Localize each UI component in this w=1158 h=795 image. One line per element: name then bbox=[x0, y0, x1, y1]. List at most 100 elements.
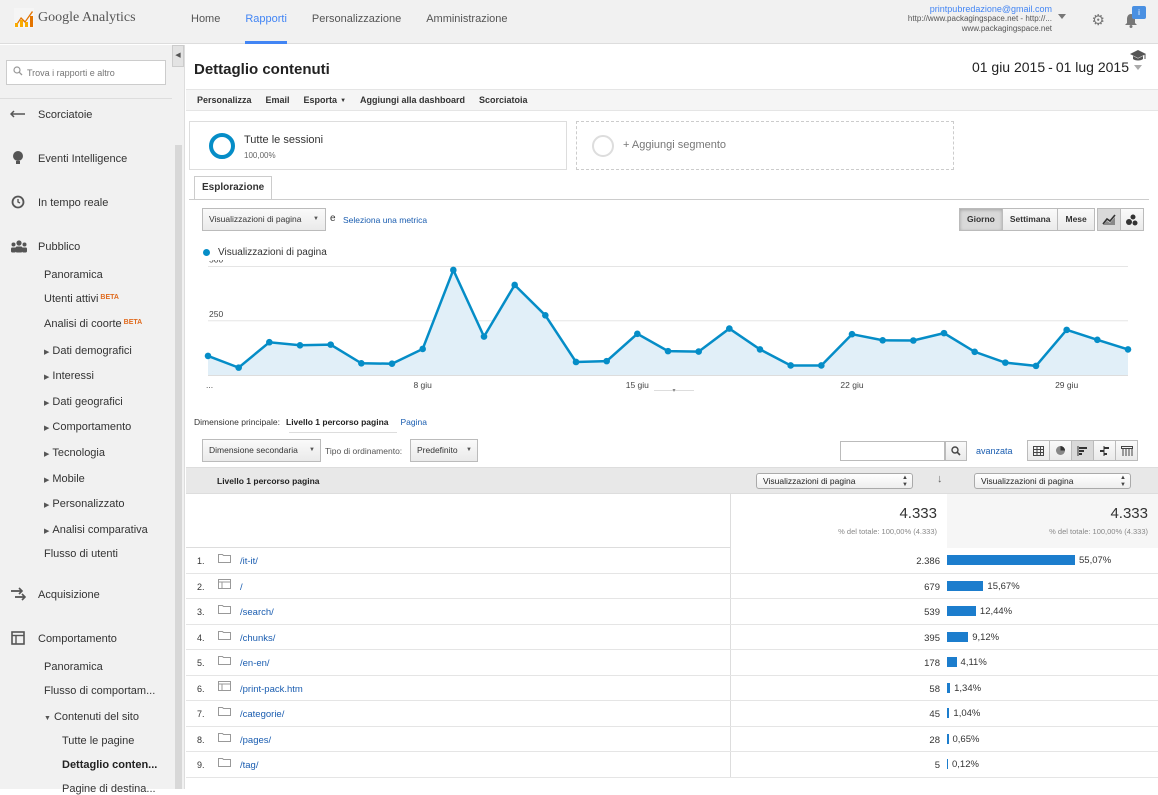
sort-type-dropdown[interactable]: Predefinito ▼ bbox=[410, 439, 478, 462]
data-point[interactable] bbox=[296, 341, 304, 349]
data-point[interactable] bbox=[756, 346, 764, 353]
data-point[interactable] bbox=[450, 266, 457, 274]
data-point[interactable] bbox=[940, 329, 948, 337]
data-point[interactable] bbox=[634, 330, 641, 338]
account-caret-icon[interactable] bbox=[1058, 14, 1066, 19]
comparison-view-button[interactable] bbox=[1093, 440, 1116, 461]
metric-select[interactable]: Visualizzazioni di pagina ▼ bbox=[202, 208, 326, 231]
table-row[interactable]: 6. /print-pack.htm 58 1,34% bbox=[186, 675, 1158, 701]
table-row[interactable]: 5. /en-en/178 4,11% bbox=[186, 650, 1158, 676]
motion-chart-button[interactable] bbox=[1120, 208, 1144, 231]
sidebar-sub-mobile[interactable]: ▶ Mobile bbox=[44, 473, 85, 485]
primary-dimension-selected[interactable]: Livello 1 percorso pagina bbox=[286, 417, 389, 427]
row-path-link[interactable]: /print-pack.htm bbox=[240, 684, 303, 695]
nav-rapporti[interactable]: Rapporti bbox=[245, 0, 287, 44]
data-point[interactable] bbox=[327, 341, 334, 348]
row-path-link[interactable]: /chunks/ bbox=[240, 633, 275, 644]
toolbar-personalizza[interactable]: Personalizza bbox=[197, 95, 252, 105]
metric-column-select-2[interactable]: Visualizzazioni di pagina ▲ ▼ bbox=[974, 473, 1131, 489]
toolbar-email[interactable]: Email bbox=[266, 95, 290, 105]
table-row[interactable]: 4. /chunks/395 9,12% bbox=[186, 624, 1158, 650]
sidebar-item-pubblico[interactable]: Pubblico bbox=[0, 236, 172, 258]
performance-view-button[interactable] bbox=[1071, 440, 1094, 461]
chart-resize-handle[interactable]: ▾ bbox=[654, 388, 694, 394]
graduation-cap-icon[interactable] bbox=[1130, 50, 1146, 65]
sidebar-sub-panoramica[interactable]: Panoramica bbox=[44, 269, 103, 281]
pageviews-line-chart[interactable]: 250 500... 8 giu 15 giu 22 giu 29 giu bbox=[189, 260, 1149, 395]
row-path-link[interactable]: / bbox=[240, 582, 243, 593]
toolbar-scorciatoia[interactable]: Scorciatoia bbox=[479, 95, 528, 105]
sidebar-sub-personalizzato[interactable]: ▶ Personalizzato bbox=[44, 498, 125, 510]
notification-badge[interactable]: i bbox=[1132, 6, 1146, 19]
sidebar-sub-behavior-2[interactable]: ▼ Contenuti del sito bbox=[44, 711, 139, 723]
sidebar-item-scorciatoie[interactable]: Scorciatoie bbox=[0, 104, 172, 126]
data-point[interactable] bbox=[358, 359, 365, 367]
data-point[interactable] bbox=[419, 345, 426, 353]
sidebar-sub-tecnologia[interactable]: ▶ Tecnologia bbox=[44, 447, 105, 459]
report-search[interactable] bbox=[6, 60, 166, 85]
table-row[interactable]: 8. /pages/28 0,65% bbox=[186, 726, 1158, 752]
data-point[interactable] bbox=[848, 330, 856, 338]
gear-icon[interactable]: ⚙ bbox=[1092, 11, 1105, 29]
sidebar-item-eventi-intelligence[interactable]: Eventi Intelligence bbox=[0, 148, 172, 170]
date-range-picker[interactable]: 01 giu 2015 - 01 lug 2015 bbox=[972, 56, 1142, 78]
data-point[interactable] bbox=[879, 336, 886, 344]
account-selector[interactable]: printpubredazione@gmail.com http://www.p… bbox=[908, 4, 1052, 34]
sidebar-sub-analisi-di-coorte[interactable]: Analisi di coorte BETA bbox=[44, 318, 142, 330]
sidebar-sub-comportamento[interactable]: ▶ Comportamento bbox=[44, 421, 131, 433]
sidebar-sub-flusso-di-utenti[interactable]: Flusso di utenti bbox=[44, 548, 118, 560]
toolbar-esporta[interactable]: Esporta ▼ bbox=[304, 95, 346, 105]
row-path-link[interactable]: /categorie/ bbox=[240, 709, 284, 720]
primary-dimension-page-link[interactable]: Pagina bbox=[401, 417, 427, 427]
data-point[interactable] bbox=[1032, 362, 1040, 370]
data-point[interactable] bbox=[726, 325, 733, 332]
sidebar-content-0[interactable]: Tutte le pagine bbox=[62, 735, 134, 747]
sidebar-content-2[interactable]: Pagine di destina... bbox=[62, 783, 156, 795]
sidebar-sub-behavior-0[interactable]: Panoramica bbox=[44, 661, 103, 673]
period-mese-button[interactable]: Mese bbox=[1057, 208, 1095, 231]
sidebar-scrollbar[interactable] bbox=[175, 145, 182, 789]
data-point[interactable] bbox=[971, 348, 978, 356]
metric-column-select-1[interactable]: Visualizzazioni di pagina ▲ ▼ bbox=[756, 473, 913, 489]
period-settimana-button[interactable]: Settimana bbox=[1001, 208, 1059, 231]
data-point[interactable] bbox=[1063, 326, 1070, 334]
sort-descending-icon[interactable]: ↓ bbox=[937, 473, 943, 485]
table-row[interactable]: 7. /categorie/45 1,04% bbox=[186, 701, 1158, 727]
data-point[interactable] bbox=[910, 337, 917, 344]
row-path-link[interactable]: /it-it/ bbox=[240, 556, 258, 567]
table-row[interactable]: 3. /search/539 12,44% bbox=[186, 599, 1158, 625]
select-metric-link[interactable]: Seleziona una metrica bbox=[343, 215, 427, 225]
collapse-sidebar-button[interactable]: ◀ bbox=[172, 45, 184, 67]
sidebar-content-1[interactable]: Dettaglio conten... bbox=[62, 759, 157, 771]
data-table-view-button[interactable] bbox=[1027, 440, 1050, 461]
advanced-filter-link[interactable]: avanzata bbox=[976, 446, 1013, 456]
data-point[interactable] bbox=[695, 348, 702, 355]
sidebar-item-acquisizione[interactable]: Acquisizione bbox=[0, 584, 172, 606]
segment-all-sessions[interactable]: Tutte le sessioni 100,00% bbox=[189, 121, 567, 170]
sidebar-sub-behavior-1[interactable]: Flusso di comportam... bbox=[44, 685, 155, 697]
sidebar-item-in-tempo-reale[interactable]: In tempo reale bbox=[0, 192, 172, 214]
table-row[interactable]: 2. / 679 15,67% bbox=[186, 573, 1158, 599]
nav-home[interactable]: Home bbox=[191, 0, 220, 44]
table-row[interactable]: 1. /it-it/2.386 55,07% bbox=[186, 548, 1158, 574]
sidebar-sub-utenti-attivi[interactable]: Utenti attivi BETA bbox=[44, 293, 119, 305]
sidebar-item-comportamento[interactable]: Comportamento bbox=[0, 628, 172, 650]
data-point[interactable] bbox=[204, 352, 212, 360]
table-filter-input[interactable] bbox=[840, 441, 945, 461]
line-chart-button[interactable] bbox=[1097, 208, 1121, 231]
ga-logo[interactable]: Google Analytics bbox=[14, 8, 136, 28]
data-point[interactable] bbox=[542, 312, 549, 319]
toolbar-aggiungi-alla-dashboard[interactable]: Aggiungi alla dashboard bbox=[360, 95, 465, 105]
sidebar-sub-dati-demografici[interactable]: ▶ Dati demografici bbox=[44, 345, 132, 357]
row-path-link[interactable]: /tag/ bbox=[240, 760, 259, 771]
add-segment-button[interactable]: + Aggiungi segmento bbox=[576, 121, 954, 170]
data-point[interactable] bbox=[511, 281, 518, 289]
nav-personalizzazione[interactable]: Personalizzazione bbox=[312, 0, 401, 44]
table-row[interactable]: 9. /tag/5 0,12% bbox=[186, 752, 1158, 778]
period-giorno-button[interactable]: Giorno bbox=[959, 208, 1003, 231]
sidebar-sub-dati-geografici[interactable]: ▶ Dati geografici bbox=[44, 396, 123, 408]
data-point[interactable] bbox=[1002, 359, 1009, 366]
tab-esplorazione[interactable]: Esplorazione bbox=[194, 176, 273, 200]
row-path-link[interactable]: /pages/ bbox=[240, 735, 271, 746]
pivot-view-button[interactable] bbox=[1115, 440, 1138, 461]
